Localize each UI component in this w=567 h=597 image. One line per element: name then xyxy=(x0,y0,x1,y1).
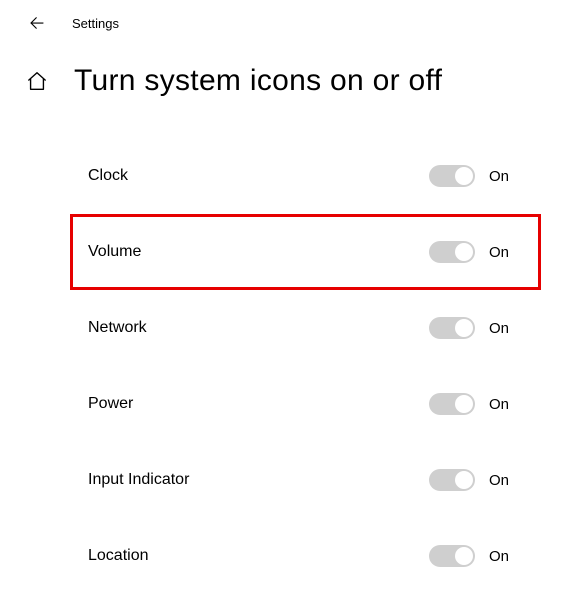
system-icons-list: Clock On Volume On Network On Power xyxy=(0,108,567,594)
toggle-knob xyxy=(455,167,473,185)
toggle-state-label: On xyxy=(489,396,519,413)
list-item-label: Power xyxy=(88,395,133,413)
toggle-group: On xyxy=(429,393,519,415)
page-title-row: Turn system icons on or off xyxy=(0,40,567,108)
arrow-left-icon xyxy=(28,14,46,32)
list-item-label: Network xyxy=(88,319,147,337)
toggle-knob xyxy=(455,395,473,413)
toggle-state-label: On xyxy=(489,548,519,565)
toggle-knob xyxy=(455,471,473,489)
list-item-label: Clock xyxy=(88,167,128,185)
list-item-clock: Clock On xyxy=(0,138,567,214)
toggle-state-label: On xyxy=(489,244,519,261)
toggle-knob xyxy=(455,319,473,337)
home-button[interactable] xyxy=(26,70,48,92)
toggle-network[interactable] xyxy=(429,317,475,339)
home-icon xyxy=(26,70,48,92)
toggle-state-label: On xyxy=(489,472,519,489)
toggle-knob xyxy=(455,547,473,565)
list-item-label: Input Indicator xyxy=(88,471,189,489)
toggle-group: On xyxy=(429,165,519,187)
toggle-group: On xyxy=(429,545,519,567)
list-item-volume: Volume On xyxy=(0,214,567,290)
toggle-state-label: On xyxy=(489,320,519,337)
toggle-input-indicator[interactable] xyxy=(429,469,475,491)
page-title: Turn system icons on or off xyxy=(74,64,442,98)
toggle-knob xyxy=(455,243,473,261)
list-item-power: Power On xyxy=(0,366,567,442)
list-item-input-indicator: Input Indicator On xyxy=(0,442,567,518)
toggle-group: On xyxy=(429,469,519,491)
list-item-label: Location xyxy=(88,547,149,565)
list-item-network: Network On xyxy=(0,290,567,366)
toggle-group: On xyxy=(429,317,519,339)
toggle-clock[interactable] xyxy=(429,165,475,187)
toggle-volume[interactable] xyxy=(429,241,475,263)
toggle-group: On xyxy=(429,241,519,263)
list-item-label: Volume xyxy=(88,243,141,261)
toggle-location[interactable] xyxy=(429,545,475,567)
back-button[interactable] xyxy=(28,14,46,32)
app-title: Settings xyxy=(72,16,119,31)
settings-header: Settings xyxy=(0,0,567,40)
toggle-state-label: On xyxy=(489,168,519,185)
list-item-location: Location On xyxy=(0,518,567,594)
toggle-power[interactable] xyxy=(429,393,475,415)
